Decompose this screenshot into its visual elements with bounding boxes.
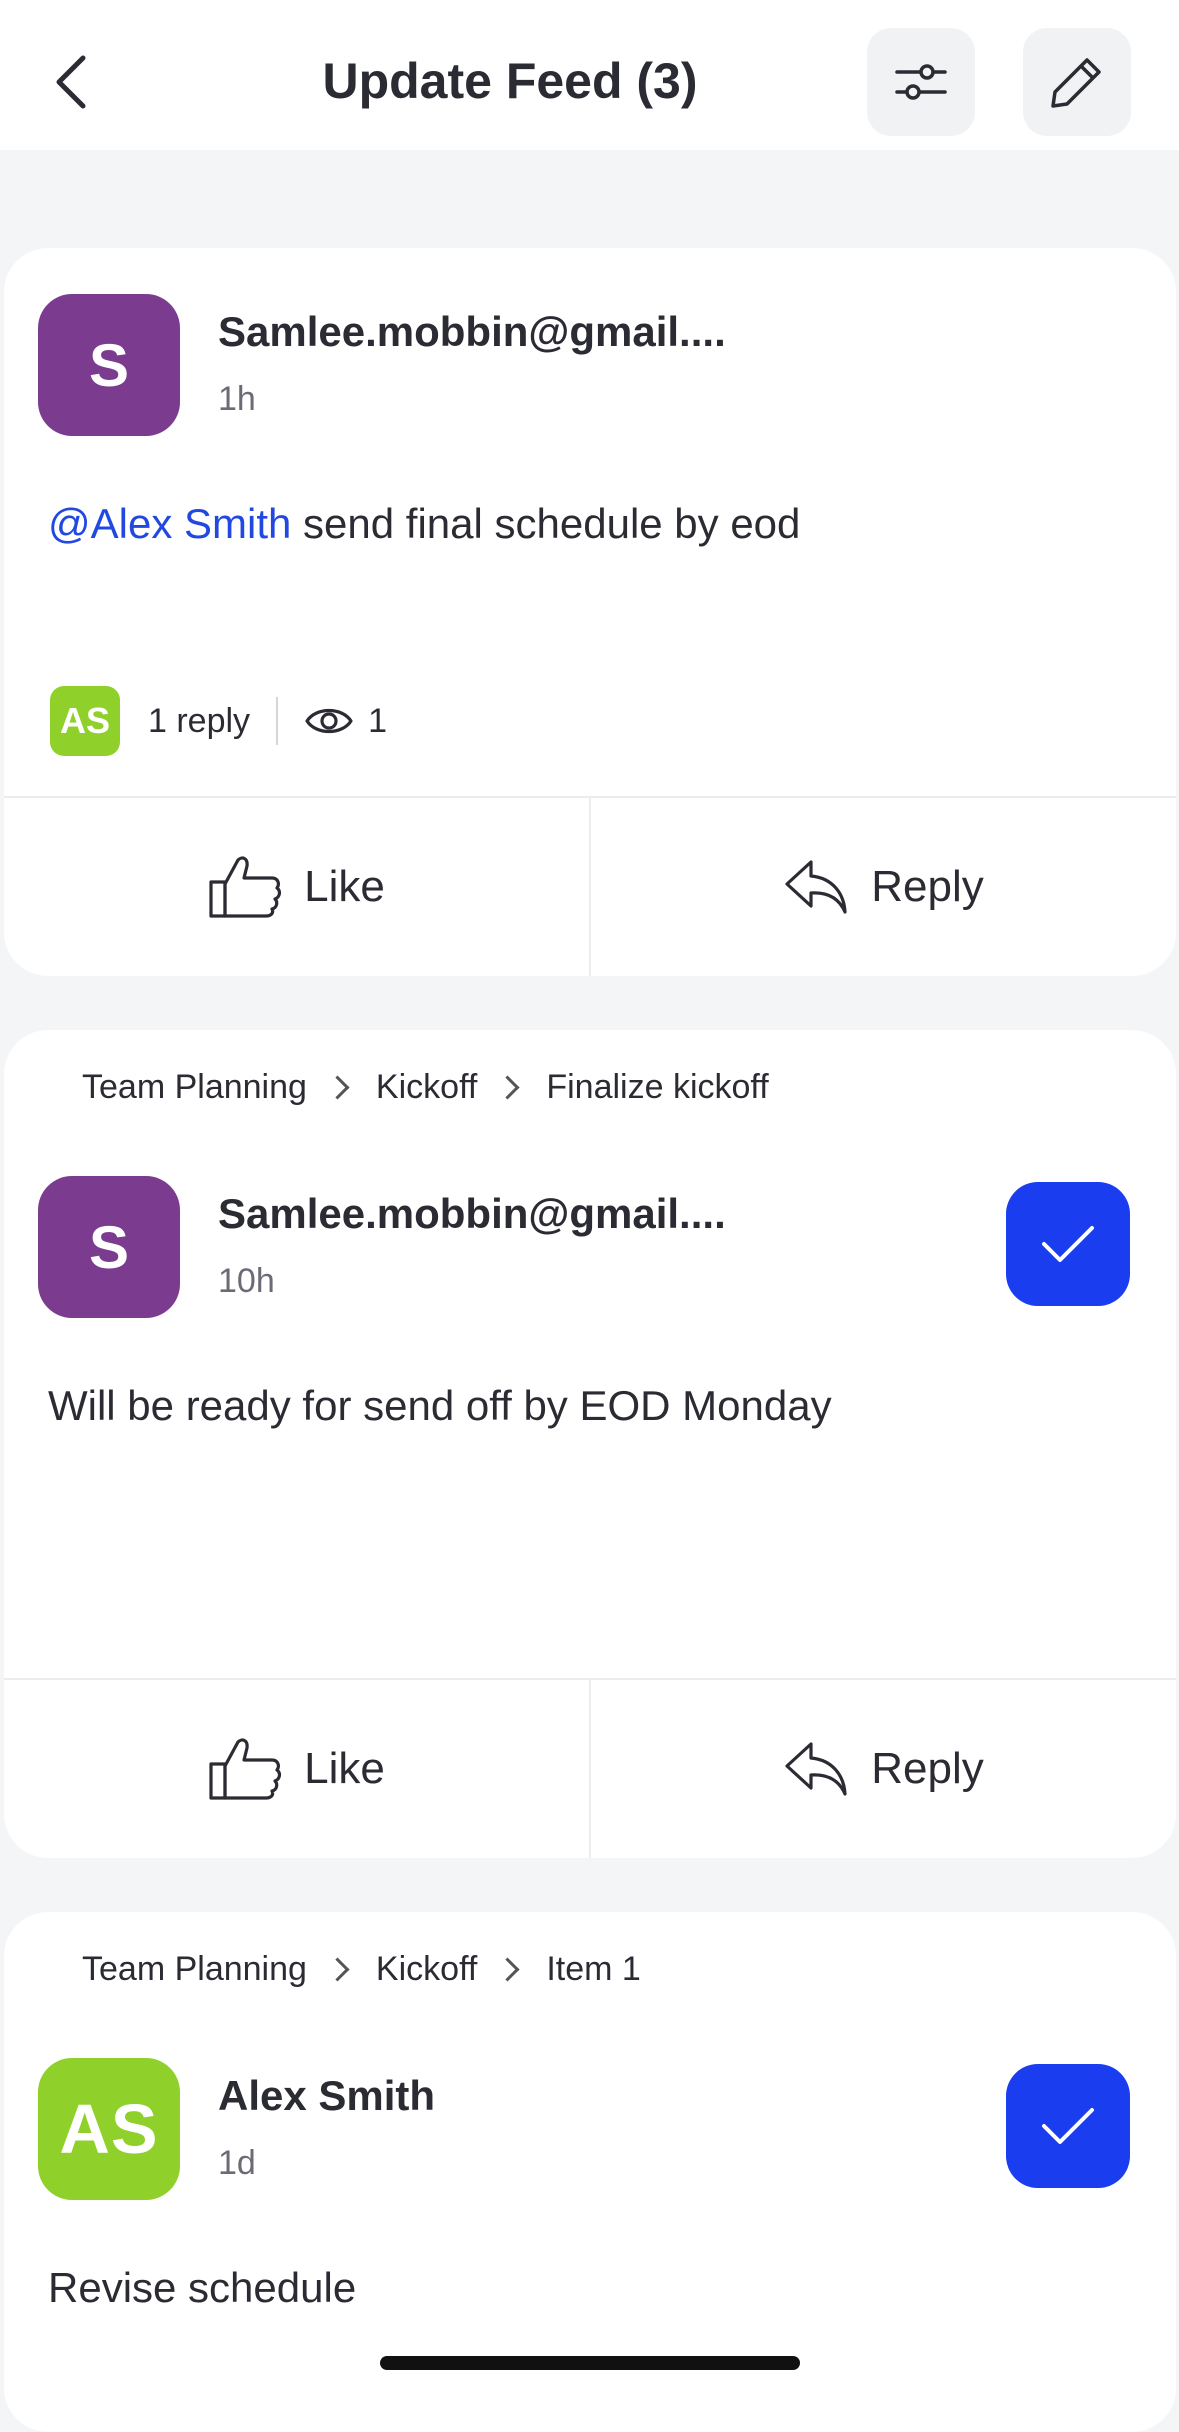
view-count: 1 — [368, 701, 387, 740]
breadcrumb-item[interactable]: Item 1 — [546, 1950, 640, 1989]
author-name[interactable]: Samlee.mobbin@gmail.... — [218, 308, 726, 356]
reply-label: Reply — [871, 862, 984, 911]
reply-count[interactable]: 1 reply — [148, 702, 250, 741]
edit-button[interactable] — [1023, 28, 1131, 136]
mark-done-checkbox[interactable] — [1006, 2064, 1130, 2188]
message-text: send final schedule by eod — [291, 500, 801, 547]
breadcrumb-item[interactable]: Finalize kickoff — [546, 1068, 768, 1107]
like-label: Like — [304, 862, 385, 911]
chevron-right-icon — [325, 1957, 350, 1982]
update-stats: AS 1 reply 1 — [50, 686, 387, 756]
update-message: @Alex Smith send final schedule by eod — [48, 500, 800, 548]
chevron-right-icon — [495, 1957, 520, 1982]
breadcrumb-item[interactable]: Team Planning — [82, 1068, 307, 1107]
avatar-initials: AS — [59, 2090, 159, 2168]
update-message: Will be ready for send off by EOD Monday — [48, 1382, 832, 1429]
checkmark-icon — [1042, 2108, 1094, 2144]
sliders-icon — [895, 64, 947, 100]
update-card: Team Planning Kickoff Item 1 AS Alex Smi… — [4, 1912, 1176, 2432]
chevron-right-icon — [495, 1075, 520, 1100]
mention-link[interactable]: @Alex Smith — [48, 500, 291, 547]
reply-avatar-initials: AS — [59, 700, 110, 741]
like-label: Like — [304, 1744, 385, 1793]
author-name[interactable]: Samlee.mobbin@gmail.... — [218, 1190, 726, 1238]
avatar-initials: S — [88, 1213, 130, 1281]
breadcrumb-item[interactable]: Team Planning — [82, 1950, 307, 1989]
avatar[interactable]: S — [38, 294, 180, 436]
reply-arrow-icon — [785, 1742, 847, 1796]
action-bar: Like Reply — [4, 1678, 1176, 1858]
like-button[interactable]: Like — [4, 1680, 589, 1858]
avatar[interactable]: AS — [38, 2058, 180, 2200]
breadcrumb: Team Planning Kickoff Item 1 — [82, 1950, 641, 1989]
reply-arrow-icon — [785, 860, 847, 914]
chevron-left-icon — [56, 55, 86, 109]
post-time: 1h — [218, 380, 256, 418]
filter-button[interactable] — [867, 28, 975, 136]
breadcrumb: Team Planning Kickoff Finalize kickoff — [82, 1068, 769, 1107]
pencil-icon — [1051, 58, 1101, 108]
chevron-right-icon — [325, 1075, 350, 1100]
avatar-initials: S — [88, 331, 130, 399]
eye-icon — [305, 708, 353, 734]
update-message: Revise schedule — [48, 2264, 357, 2311]
thumbs-up-icon — [209, 856, 282, 918]
breadcrumb-item[interactable]: Kickoff — [376, 1950, 477, 1989]
reply-button[interactable]: Reply — [589, 1680, 1176, 1858]
back-button[interactable] — [40, 40, 102, 124]
page-title: Update Feed (3) — [322, 53, 698, 109]
mark-done-checkbox[interactable] — [1006, 1182, 1130, 1306]
update-card: Team Planning Kickoff Finalize kickoff S… — [4, 1030, 1176, 1858]
stats-divider — [276, 697, 279, 745]
top-bar: Update Feed (3) — [0, 0, 1179, 150]
update-card: S Samlee.mobbin@gmail.... 1h @Alex Smith… — [4, 248, 1176, 976]
post-time: 10h — [218, 1262, 275, 1300]
home-indicator[interactable] — [380, 2356, 800, 2370]
reply-avatar: AS — [50, 686, 120, 756]
reply-label: Reply — [871, 1744, 984, 1793]
author-name[interactable]: Alex Smith — [218, 2072, 435, 2120]
breadcrumb-item[interactable]: Kickoff — [376, 1068, 477, 1107]
like-button[interactable]: Like — [4, 798, 589, 976]
avatar[interactable]: S — [38, 1176, 180, 1318]
reply-button[interactable]: Reply — [589, 798, 1176, 976]
checkmark-icon — [1042, 1226, 1094, 1262]
action-bar: Like Reply — [4, 796, 1176, 976]
thumbs-up-icon — [209, 1738, 282, 1800]
post-time: 1d — [218, 2144, 256, 2182]
